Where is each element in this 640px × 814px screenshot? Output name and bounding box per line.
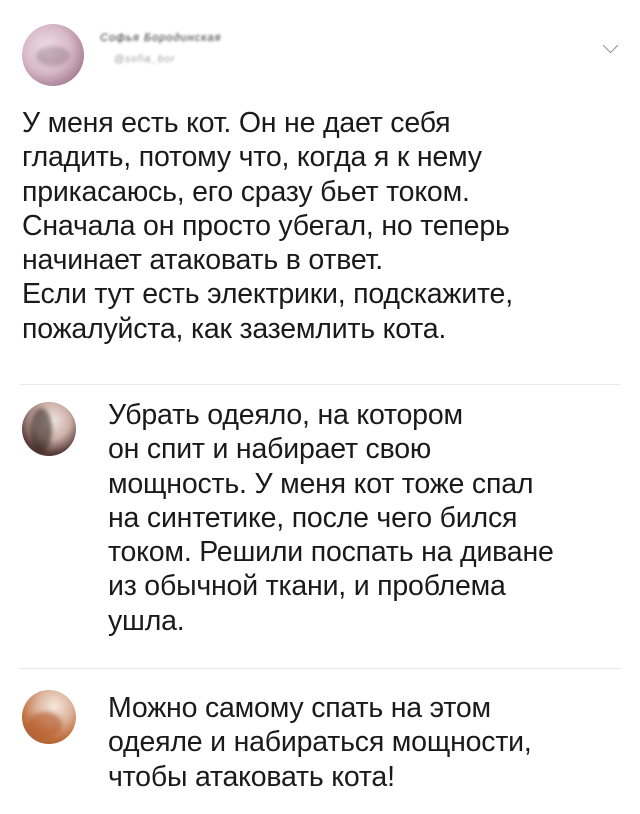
author-avatar[interactable] bbox=[22, 24, 84, 86]
reply-text: Убрать одеяло, на котором он спит и наби… bbox=[108, 399, 554, 637]
divider bbox=[20, 668, 620, 669]
reply-avatar[interactable] bbox=[22, 402, 76, 456]
author-name[interactable]: Софья Бородинская bbox=[100, 32, 221, 44]
post-text: У меня есть кот. Он не дает себя гладить… bbox=[22, 107, 513, 345]
reply-avatar[interactable] bbox=[22, 690, 76, 744]
divider bbox=[20, 384, 620, 385]
chevron-down-icon[interactable] bbox=[602, 37, 619, 54]
post-header: Софья Бородинская @sofia_bor bbox=[20, 18, 620, 88]
reply-text: Можно самому спать на этом одеяле и наби… bbox=[108, 692, 532, 793]
author-handle[interactable]: @sofia_bor bbox=[114, 54, 175, 65]
